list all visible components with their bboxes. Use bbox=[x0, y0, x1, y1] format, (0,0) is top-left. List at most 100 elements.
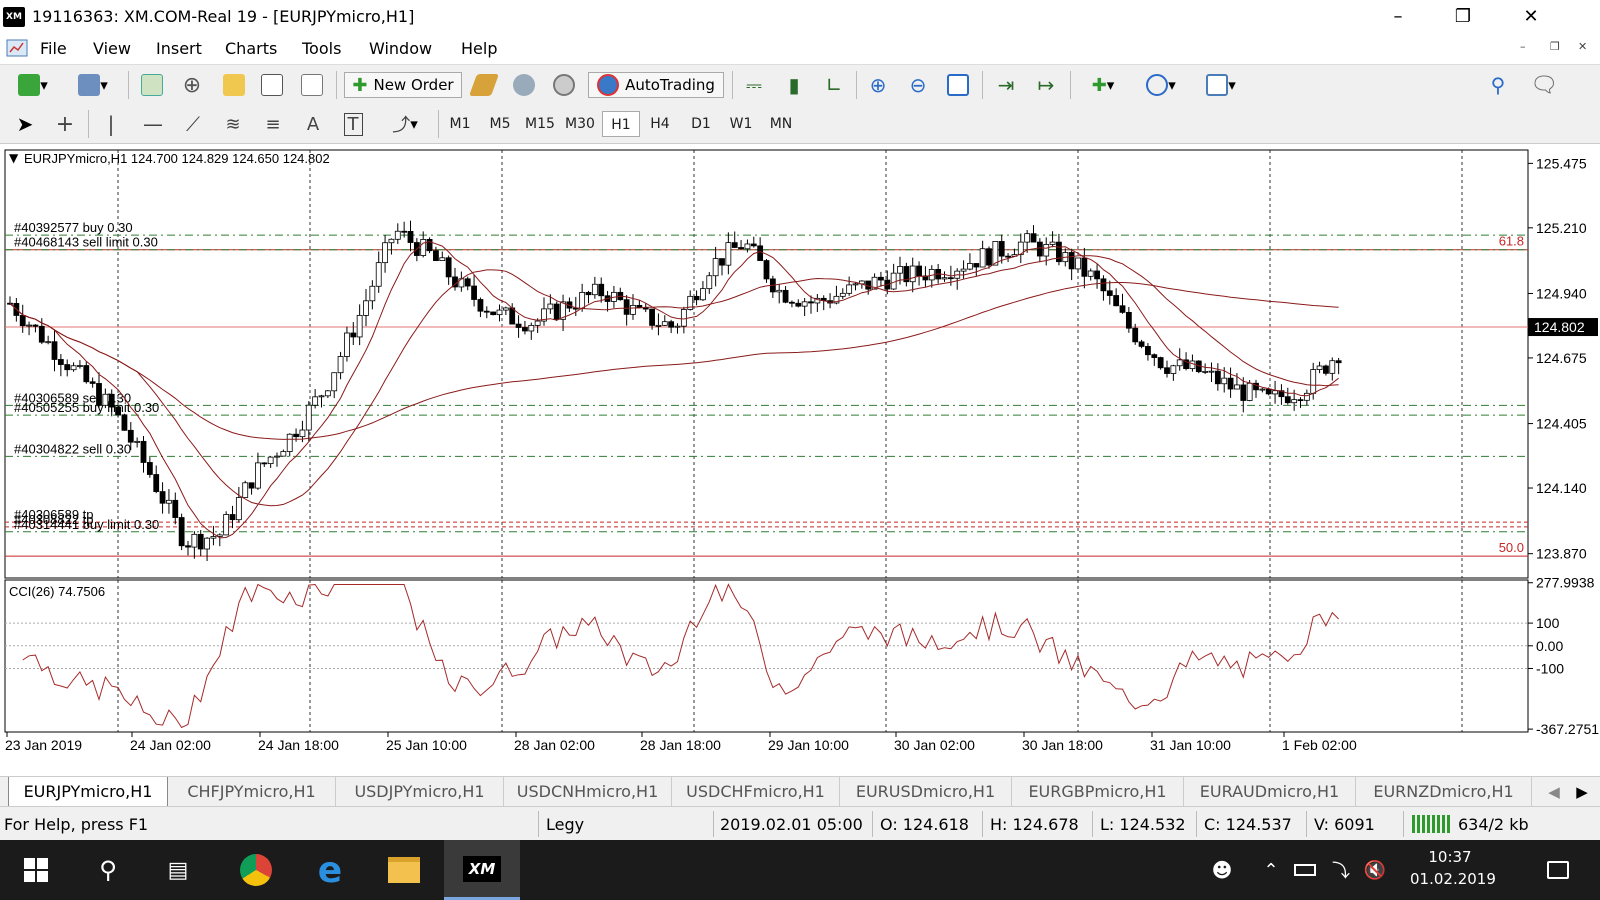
candle-body bbox=[1202, 370, 1209, 373]
menu-file[interactable]: File bbox=[40, 39, 67, 58]
fibonacci-button[interactable]: ≡ bbox=[258, 111, 288, 137]
community-button[interactable] bbox=[510, 72, 538, 98]
autotrading-button[interactable]: AutoTrading bbox=[588, 72, 724, 98]
restore-button[interactable]: ❐ bbox=[1440, 2, 1486, 32]
signals-button[interactable] bbox=[550, 72, 578, 98]
period-m5[interactable]: M5 bbox=[481, 111, 519, 137]
candle-body bbox=[337, 356, 344, 374]
tab-usdcnhmicro[interactable]: USDCNHmicro,H1 bbox=[504, 777, 672, 807]
mdi-minimize-button[interactable]: – bbox=[1520, 40, 1526, 53]
candlestick-button[interactable]: ▮ bbox=[780, 72, 808, 98]
period-h1[interactable]: H1 bbox=[602, 111, 640, 137]
text-button[interactable]: A bbox=[300, 111, 326, 137]
horizontal-line-icon: — bbox=[143, 112, 163, 136]
tab-eurgbpmicro[interactable]: EURGBPmicro,H1 bbox=[1012, 777, 1184, 807]
close-button[interactable]: ✕ bbox=[1508, 2, 1554, 32]
candle-body bbox=[623, 299, 630, 315]
period-m15[interactable]: M15 bbox=[521, 111, 559, 137]
search-icon: ⚲ bbox=[99, 856, 117, 884]
period-mn[interactable]: MN bbox=[762, 111, 800, 137]
menu-insert[interactable]: Insert bbox=[156, 39, 202, 58]
tab-euraudmicro[interactable]: EURAUDmicro,H1 bbox=[1184, 777, 1356, 807]
volume-button[interactable]: 🔇 bbox=[1360, 840, 1390, 900]
trendline-button[interactable]: ⟋ bbox=[180, 111, 206, 137]
chat-button[interactable]: 🗨 bbox=[1524, 72, 1564, 98]
people-button[interactable]: ☻ bbox=[1202, 840, 1242, 900]
profiles-button[interactable]: ▾ bbox=[68, 72, 118, 98]
gold-bar-button[interactable] bbox=[468, 72, 500, 98]
zoom-out-button[interactable]: ⊖ bbox=[904, 72, 932, 98]
period-d1[interactable]: D1 bbox=[682, 111, 720, 137]
period-m30[interactable]: M30 bbox=[561, 111, 599, 137]
edge-button[interactable]: e bbox=[300, 840, 360, 900]
time-axis-label: 24 Jan 02:00 bbox=[130, 737, 211, 753]
tab-scroll-left-button[interactable]: ◀ bbox=[1544, 779, 1564, 805]
period-m1[interactable]: M1 bbox=[441, 111, 479, 137]
taskbar-clock[interactable]: 10:37 01.02.2019 bbox=[1410, 846, 1496, 890]
action-center-button[interactable] bbox=[1528, 840, 1588, 900]
new-chart-button[interactable]: ▾ bbox=[8, 72, 58, 98]
tile-windows-button[interactable] bbox=[944, 72, 972, 98]
periodicity-button[interactable]: ▾ bbox=[1136, 72, 1186, 98]
terminal-button[interactable] bbox=[258, 72, 286, 98]
search-button[interactable]: ⚲ bbox=[1484, 72, 1512, 98]
crosshair-button[interactable]: + bbox=[52, 111, 78, 137]
cursor-button[interactable]: ➤ bbox=[12, 111, 38, 137]
period-w1[interactable]: W1 bbox=[722, 111, 760, 137]
horizontal-line-button[interactable]: — bbox=[140, 111, 166, 137]
xm-terminal-taskbar-button[interactable]: XM bbox=[444, 840, 520, 900]
tab-eurusdmicro[interactable]: EURUSDmicro,H1 bbox=[840, 777, 1012, 807]
arrows-button[interactable]: ⤴ ▾ bbox=[380, 111, 430, 137]
vertical-line-button[interactable]: | bbox=[98, 111, 124, 137]
tab-eurjpymicro[interactable]: EURJPYmicro,H1 bbox=[8, 777, 168, 807]
new-order-button[interactable]: ✚ New Order bbox=[344, 72, 462, 98]
navigator-button[interactable] bbox=[220, 72, 248, 98]
menu-view[interactable]: View bbox=[93, 39, 131, 58]
gold-bar-icon bbox=[468, 74, 500, 96]
strategy-tester-button[interactable] bbox=[298, 72, 326, 98]
mdi-restore-button[interactable]: ❐ bbox=[1550, 40, 1560, 53]
candle-body bbox=[763, 260, 770, 280]
menu-charts[interactable]: Charts bbox=[225, 39, 277, 58]
candle-body bbox=[274, 455, 280, 458]
tab-scroll-right-button[interactable]: ▶ bbox=[1572, 779, 1592, 805]
tab-eurnzdmicro[interactable]: EURNZDmicro,H1 bbox=[1356, 777, 1532, 807]
data-window-button[interactable]: ⊕ bbox=[178, 72, 206, 98]
indicators-button[interactable]: ✚ ▾ bbox=[1078, 72, 1128, 98]
battery-button[interactable] bbox=[1290, 840, 1320, 900]
tab-chfjpymicro[interactable]: CHFJPYmicro,H1 bbox=[168, 777, 336, 807]
period-h4[interactable]: H4 bbox=[641, 111, 679, 137]
tab-usdjpymicro[interactable]: USDJPYmicro,H1 bbox=[336, 777, 504, 807]
chart-window[interactable]: 125.475 125.210 124.940 124.675 124.405 124.1… bbox=[0, 144, 1600, 764]
tab-usdchfmicro[interactable]: USDCHFmicro,H1 bbox=[672, 777, 840, 807]
menu-tools[interactable]: Tools bbox=[302, 39, 341, 58]
chart-shift-button[interactable]: ⇥ bbox=[992, 72, 1020, 98]
menu-window[interactable]: Window bbox=[369, 39, 432, 58]
network-button[interactable]: ⤵ bbox=[1326, 840, 1356, 900]
mdi-close-button[interactable]: ✕ bbox=[1578, 40, 1587, 53]
task-view-button[interactable]: ▤ bbox=[148, 840, 208, 900]
price-axis-label: 124.675 bbox=[1536, 350, 1587, 366]
auto-scroll-button[interactable]: ↦ bbox=[1032, 72, 1060, 98]
search-taskbar-button[interactable]: ⚲ bbox=[78, 840, 138, 900]
candle-body bbox=[159, 491, 166, 504]
minimize-button[interactable]: – bbox=[1375, 2, 1421, 32]
candle-body bbox=[305, 404, 312, 431]
equidistant-channel-button[interactable]: ≋ bbox=[218, 111, 248, 137]
candle-body bbox=[471, 285, 477, 300]
price-chart[interactable]: 125.475 125.210 124.940 124.675 124.405 124.1… bbox=[0, 144, 1600, 764]
line-chart-button[interactable]: ∟ bbox=[820, 72, 848, 98]
menu-help[interactable]: Help bbox=[461, 39, 497, 58]
zoom-in-button[interactable]: ⊕ bbox=[864, 72, 892, 98]
indicators-icon: ✚ bbox=[1091, 74, 1107, 96]
text-label-button[interactable]: T bbox=[340, 111, 366, 137]
bar-chart-button[interactable]: ⎓ bbox=[740, 72, 768, 98]
file-explorer-button[interactable] bbox=[374, 840, 434, 900]
chrome-button[interactable] bbox=[226, 840, 286, 900]
market-watch-button[interactable] bbox=[138, 72, 166, 98]
templates-button[interactable]: ▾ bbox=[1196, 72, 1246, 98]
show-hidden-icons-button[interactable]: ⌃ bbox=[1256, 840, 1286, 900]
text-label-icon: T bbox=[343, 112, 363, 136]
candle-body bbox=[1208, 370, 1215, 373]
start-button[interactable] bbox=[6, 840, 66, 900]
